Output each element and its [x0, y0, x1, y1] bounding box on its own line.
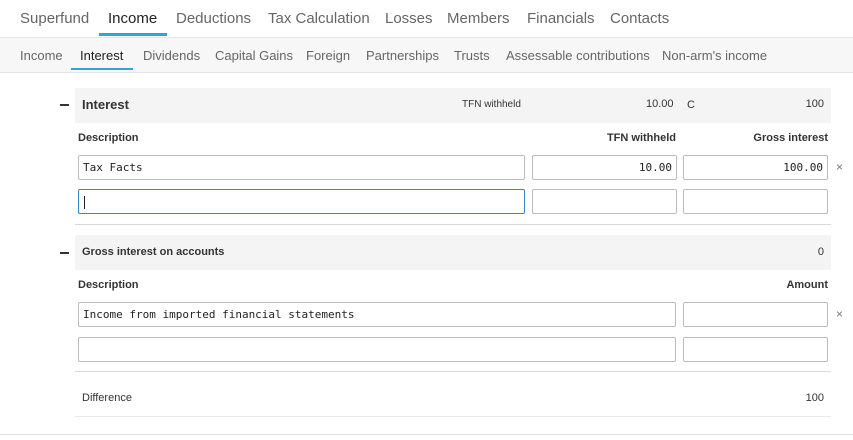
interest-section-title: Interest: [82, 97, 129, 112]
column-header-description: Description: [78, 132, 139, 144]
new-tfn-withheld-input[interactable]: [532, 189, 677, 214]
active-tab-indicator: [99, 33, 167, 36]
difference-label: Difference: [82, 392, 132, 404]
subtab-dividends[interactable]: Dividends: [143, 48, 200, 63]
tab-superfund[interactable]: Superfund: [20, 10, 89, 27]
column-header-gross-interest: Gross interest: [753, 132, 828, 144]
summary-code: C: [687, 99, 695, 111]
collapse-interest-icon[interactable]: [60, 104, 69, 106]
subtab-assessable-contributions[interactable]: Assessable contributions: [506, 48, 650, 63]
section-divider: [75, 371, 831, 372]
subtab-trusts[interactable]: Trusts: [454, 48, 490, 63]
difference-value: 100: [805, 392, 824, 404]
subtab-non-arms-income[interactable]: Non-arm's income: [662, 48, 767, 63]
tab-income[interactable]: Income: [108, 10, 157, 27]
column-header-amount: Amount: [786, 279, 828, 291]
interest-summary-total: 100: [805, 98, 824, 110]
amount-input[interactable]: [683, 302, 828, 327]
section-divider: [75, 416, 831, 417]
column-header-description: Description: [78, 279, 139, 291]
account-description-input[interactable]: Income from imported financial statement…: [78, 302, 676, 327]
tab-members[interactable]: Members: [447, 10, 510, 27]
tab-contacts[interactable]: Contacts: [610, 10, 669, 27]
text-caret: [84, 195, 85, 209]
subtab-foreign[interactable]: Foreign: [306, 48, 350, 63]
gross-accounts-section-title: Gross interest on accounts: [82, 246, 225, 258]
new-gross-interest-input[interactable]: [683, 189, 828, 214]
column-header-tfn-withheld: TFN withheld: [606, 132, 676, 144]
collapse-gross-accounts-icon[interactable]: [60, 252, 69, 254]
tab-financials[interactable]: Financials: [527, 10, 595, 27]
page-bottom-border: [0, 434, 853, 435]
gross-accounts-total: 0: [817, 246, 824, 258]
remove-row-icon[interactable]: ×: [836, 307, 843, 321]
tab-tax-calculation[interactable]: Tax Calculation: [268, 10, 370, 27]
tab-deductions[interactable]: Deductions: [176, 10, 251, 27]
section-divider: [75, 224, 831, 225]
subtab-income[interactable]: Income: [20, 48, 63, 63]
tfn-withheld-summary-value: 10.00: [646, 98, 674, 110]
remove-row-icon[interactable]: ×: [836, 160, 843, 174]
tfn-withheld-input[interactable]: 10.00: [532, 155, 677, 180]
gross-interest-input[interactable]: 100.00: [683, 155, 828, 180]
new-account-description-input[interactable]: [78, 337, 676, 362]
interest-description-input[interactable]: Tax Facts: [78, 155, 525, 180]
sub-tab-divider: [0, 72, 853, 73]
tab-losses[interactable]: Losses: [385, 10, 433, 27]
subtab-partnerships[interactable]: Partnerships: [366, 48, 439, 63]
new-interest-description-input[interactable]: [78, 189, 525, 214]
tfn-withheld-summary-label: TFN withheld: [462, 99, 521, 110]
new-amount-input[interactable]: [683, 337, 828, 362]
subtab-interest[interactable]: Interest: [80, 48, 123, 63]
active-subtab-indicator: [71, 68, 133, 70]
subtab-capital-gains[interactable]: Capital Gains: [215, 48, 293, 63]
interest-section-header: [75, 88, 831, 123]
